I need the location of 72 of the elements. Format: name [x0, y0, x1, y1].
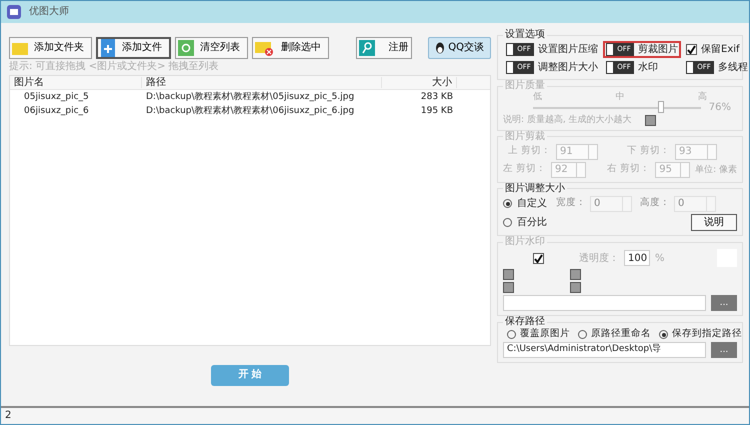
radio-button[interactable]	[503, 199, 512, 208]
group-title: 保存路径	[504, 316, 546, 328]
file-plus-icon	[100, 39, 116, 57]
option-label: 自定义	[517, 198, 547, 210]
option-label: 剪裁图片	[638, 44, 678, 56]
group-title: 图片水印	[504, 236, 546, 248]
radio-button[interactable]	[659, 330, 668, 340]
field-label: 下 剪切：	[626, 146, 670, 158]
radio-button[interactable]	[507, 330, 516, 340]
option-label: 保留Exif	[701, 44, 740, 56]
scale-label: 中	[616, 92, 624, 102]
table-cell-text: D:\backup\教程素材\教程素材\05jisuxz_pic_5.jpg	[145, 92, 356, 102]
group-title: 图片调整大小	[504, 182, 566, 195]
unit-label: %	[655, 252, 665, 264]
column-header[interactable]: 路径	[142, 76, 382, 88]
app-icon	[7, 5, 21, 19]
slider-value: 76%	[708, 102, 731, 114]
field-label: 高度：	[639, 198, 670, 210]
column-header[interactable]: 大小	[382, 76, 457, 88]
folder-delete-icon	[255, 40, 275, 56]
folder-icon	[12, 40, 28, 56]
path-field[interactable]: C:\Users\Administrator\Desktop\导	[503, 342, 706, 358]
option-label: 保存到指定路径	[672, 329, 742, 340]
scale-label: 低	[533, 92, 542, 102]
toolbar-button[interactable]: 添加文件夹	[9, 37, 92, 59]
field-label: 透明度：	[579, 252, 619, 264]
number-field[interactable]: 100	[624, 250, 650, 266]
table-cell-text: 05jisuxz_pic_5	[23, 92, 90, 102]
slider-thumb[interactable]	[658, 101, 664, 114]
checkbox[interactable]	[503, 269, 514, 280]
table-cell-text: D:\backup\教程素材\教程素材\06jisuxz_pic_6.jpg	[145, 106, 356, 116]
scale-label: 高	[698, 92, 707, 102]
note-text: 说明: 质量越高, 生成的大小越大	[503, 115, 632, 126]
table-cell-text: 283 KB	[420, 92, 454, 102]
qq-chat-button[interactable]: QQ交谈	[428, 37, 491, 59]
checkbox[interactable]	[570, 269, 581, 280]
checkbox[interactable]	[686, 44, 697, 55]
option-label: 原路径重命名	[591, 329, 651, 340]
radio-button[interactable]	[578, 330, 587, 340]
browse-button[interactable]: ...	[711, 342, 737, 358]
option-label: 调整图片大小	[538, 62, 598, 74]
toolbar-button[interactable]: 添加文件	[96, 37, 171, 59]
checkbox[interactable]	[503, 282, 514, 294]
option-label: 水印	[638, 62, 658, 74]
field-label: 上 剪切：	[506, 146, 551, 158]
hint-text: 提示: 可直接拖拽 <图片或文件夹> 拖拽至列表	[9, 61, 220, 74]
group-title: 图片剪裁	[504, 130, 546, 143]
table-cell-text: 06jisuxz_pic_6	[23, 106, 90, 116]
checkbox[interactable]	[644, 114, 656, 126]
toolbar-button[interactable]: 清空列表	[175, 37, 248, 59]
radio-button[interactable]	[503, 218, 512, 228]
help-button[interactable]: 说明	[691, 214, 737, 232]
unit-label: 单位: 像素	[695, 164, 737, 176]
field-label: 右 剪切：	[607, 164, 650, 176]
text-field[interactable]	[503, 295, 706, 312]
field-label: 宽度：	[555, 198, 586, 210]
option-label: 设置图片压缩	[538, 44, 598, 56]
toolbar-button[interactable]: 删除选中	[252, 37, 329, 59]
option-label: 覆盖原图片	[520, 329, 570, 340]
group-title: 设置选项	[504, 29, 546, 41]
column-header[interactable]: 图片名	[10, 76, 142, 88]
table-cell-text: 195 KB	[420, 106, 454, 116]
window-title: 优图大师	[29, 6, 69, 18]
checkbox[interactable]	[533, 252, 544, 264]
checkbox[interactable]	[570, 282, 581, 294]
field-label: 左 剪切：	[503, 164, 546, 176]
option-label: 多线程	[718, 62, 748, 74]
group-title: 图片质量	[504, 80, 546, 92]
option-label: 百分比	[517, 216, 547, 228]
browse-button[interactable]: ...	[711, 295, 737, 312]
register-button[interactable]: 注册	[356, 37, 412, 59]
penguin-icon	[435, 42, 446, 54]
